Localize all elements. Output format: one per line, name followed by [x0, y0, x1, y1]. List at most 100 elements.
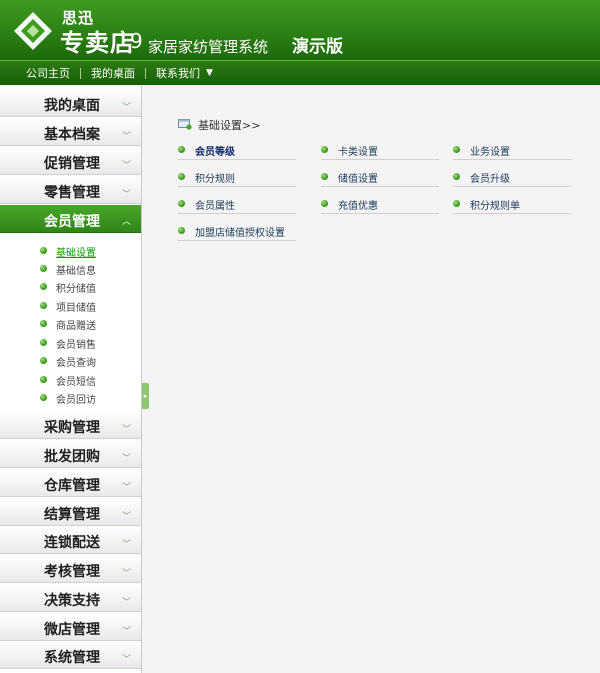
bullet-icon — [321, 146, 328, 153]
link-member-level[interactable]: 会员等级 — [178, 142, 296, 160]
submenu-label: 基础信息 — [56, 266, 96, 277]
link-label: 积分规则 — [195, 174, 235, 185]
sidebar-menu-promotion[interactable]: 促销管理 ﹀ — [0, 147, 141, 175]
submenu-basic-info[interactable]: 基础信息 — [0, 261, 141, 279]
sidebar-menu-wholesale[interactable]: 批发团购 ﹀ — [0, 440, 141, 468]
sidebar: 我的桌面 ﹀ 基本档案 ﹀ 促销管理 ﹀ 零售管理 ﹀ 会员管理 ︿ 基础设置 … — [0, 85, 142, 673]
submenu-label: 会员销售 — [56, 340, 96, 351]
bullet-icon — [40, 302, 47, 309]
nav-company-home[interactable]: 公司主页 — [16, 65, 80, 81]
submenu-label: 会员查询 — [56, 358, 96, 369]
chevron-down-icon: ﹀ — [122, 161, 132, 171]
link-member-attributes[interactable]: 会员属性 — [178, 196, 296, 214]
chevron-down-icon: ﹀ — [122, 103, 132, 113]
submenu-label: 项目储值 — [56, 303, 96, 314]
bullet-icon — [40, 247, 47, 254]
bullet-icon — [40, 283, 47, 290]
sidebar-menu-warehouse[interactable]: 仓库管理 ﹀ — [0, 469, 141, 497]
demo-label: 演示版 — [292, 37, 343, 57]
chevron-up-icon: ︿ — [122, 217, 132, 227]
menu-label: 采购管理 — [44, 420, 100, 436]
bullet-icon — [178, 146, 185, 153]
menu-label: 零售管理 — [44, 185, 100, 201]
link-recharge-discount[interactable]: 充值优惠 — [321, 196, 439, 214]
chevron-down-icon: ﹀ — [122, 598, 132, 608]
sidebar-menu-decision-support[interactable]: 决策支持 ﹀ — [0, 584, 141, 612]
menu-label: 促销管理 — [44, 156, 100, 172]
bullet-icon — [40, 265, 47, 272]
logo-icon — [14, 12, 52, 50]
chevron-down-icon: ﹀ — [122, 512, 132, 522]
bullet-icon — [40, 376, 47, 383]
menu-label: 连锁配送 — [44, 535, 100, 551]
sidebar-menu-settlement[interactable]: 结算管理 ﹀ — [0, 498, 141, 526]
bullet-icon — [40, 320, 47, 327]
bullet-icon — [40, 357, 47, 364]
menu-label: 考核管理 — [44, 564, 100, 580]
submenu-project-stored-value[interactable]: 项目储值 — [0, 298, 141, 316]
main-content: 基础设置>> 会员等级 卡类设置 业务设置 积分规则 储值设置 会员升级 会员属… — [150, 85, 600, 673]
chevron-down-icon: ﹀ — [122, 425, 132, 435]
settings-folder-icon — [178, 119, 192, 130]
link-card-type-settings[interactable]: 卡类设置 — [321, 142, 439, 160]
chevron-down-icon: ﹀ — [122, 132, 132, 142]
nav-my-desktop[interactable]: 我的桌面 — [81, 65, 145, 81]
sidebar-collapse-handle[interactable]: ▸ — [142, 383, 149, 409]
submenu-member-sms[interactable]: 会员短信 — [0, 372, 141, 390]
submenu-product-gift[interactable]: 商品赠送 — [0, 316, 141, 334]
menu-label: 我的桌面 — [44, 98, 100, 114]
menu-label: 系统管理 — [44, 650, 100, 666]
sidebar-menu-retail[interactable]: 零售管理 ﹀ — [0, 176, 141, 204]
triangle-down-icon[interactable]: ▼ — [206, 68, 213, 78]
brand-name-large: 专卖店 — [60, 29, 135, 57]
version-number: 9 — [130, 29, 143, 53]
submenu-member-sales[interactable]: 会员销售 — [0, 335, 141, 353]
link-label: 会员属性 — [195, 201, 235, 212]
link-points-rule-sheet[interactable]: 积分规则单 — [453, 196, 571, 214]
bullet-icon — [178, 200, 185, 207]
submenu-label: 会员短信 — [56, 377, 96, 388]
chevron-down-icon: ﹀ — [122, 190, 132, 200]
bullet-icon — [453, 173, 460, 180]
link-label: 积分规则单 — [470, 201, 520, 212]
bullet-icon — [178, 227, 185, 234]
submenu-member-query[interactable]: 会员查询 — [0, 353, 141, 371]
sidebar-menu-assessment[interactable]: 考核管理 ﹀ — [0, 555, 141, 583]
link-label: 储值设置 — [338, 174, 378, 185]
chevron-down-icon: ﹀ — [122, 569, 132, 579]
bullet-icon — [40, 339, 47, 346]
chevron-down-icon: ﹀ — [122, 540, 132, 550]
system-name: 家居家纺管理系统 — [148, 38, 269, 56]
bullet-icon — [453, 146, 460, 153]
menu-label: 仓库管理 — [44, 478, 100, 494]
bullet-icon — [453, 200, 460, 207]
sidebar-menu-micro-store[interactable]: 微店管理 ﹀ — [0, 613, 141, 641]
link-points-rules[interactable]: 积分规则 — [178, 169, 296, 187]
chevron-down-icon: ﹀ — [122, 655, 132, 665]
sidebar-menu-member[interactable]: 会员管理 ︿ — [0, 205, 141, 233]
link-business-settings[interactable]: 业务设置 — [453, 142, 571, 160]
bullet-icon — [40, 394, 47, 401]
bullet-icon — [321, 200, 328, 207]
menu-label: 决策支持 — [44, 593, 100, 609]
sidebar-menu-chain-distribution[interactable]: 连锁配送 ﹀ — [0, 526, 141, 554]
menu-label: 会员管理 — [44, 214, 100, 230]
nav-contact-us[interactable]: 联系我们 — [146, 65, 210, 81]
link-franchise-stored-value-auth[interactable]: 加盟店储值授权设置 — [178, 223, 296, 241]
submenu-member-revisit[interactable]: 会员回访 — [0, 390, 141, 408]
sidebar-menu-purchase[interactable]: 采购管理 ﹀ — [0, 411, 141, 439]
top-nav-bar: 公司主页 我的桌面 联系我们 ▼ — [0, 60, 600, 85]
sidebar-menu-my-desktop[interactable]: 我的桌面 ﹀ — [0, 89, 141, 117]
chevron-down-icon: ﹀ — [122, 483, 132, 493]
submenu-basic-settings[interactable]: 基础设置 — [0, 243, 141, 261]
bullet-icon — [178, 173, 185, 180]
menu-label: 微店管理 — [44, 622, 100, 638]
submenu-points-stored-value[interactable]: 积分储值 — [0, 279, 141, 297]
chevron-down-icon: ﹀ — [122, 454, 132, 464]
sidebar-menu-system[interactable]: 系统管理 ﹀ — [0, 641, 141, 669]
link-label: 业务设置 — [470, 147, 510, 158]
sidebar-menu-basic-archive[interactable]: 基本档案 ﹀ — [0, 118, 141, 146]
submenu-label: 会员回访 — [56, 395, 96, 406]
link-member-upgrade[interactable]: 会员升级 — [453, 169, 571, 187]
link-stored-value-settings[interactable]: 储值设置 — [321, 169, 439, 187]
